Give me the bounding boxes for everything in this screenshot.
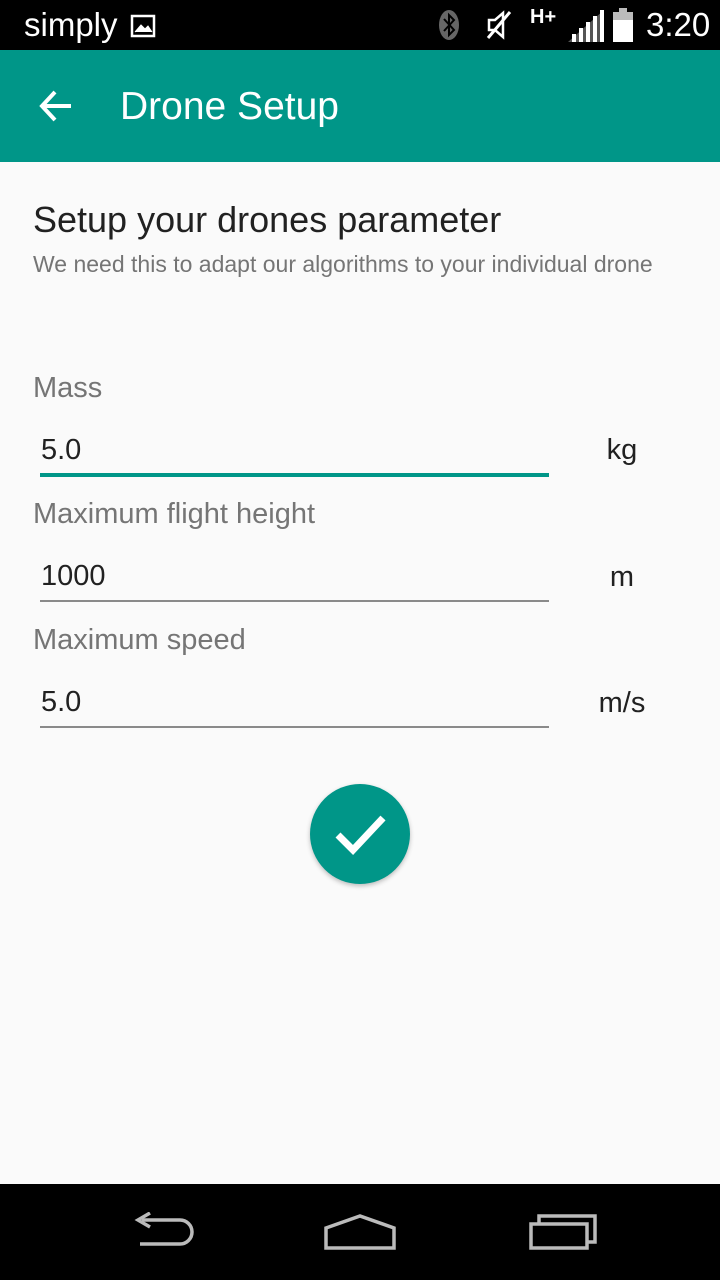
recents-icon xyxy=(529,1214,597,1250)
back-button[interactable] xyxy=(24,74,88,138)
page-subheading: We need this to adapt our algorithms to … xyxy=(33,251,653,277)
max-speed-underline xyxy=(40,726,549,728)
mass-underline xyxy=(40,473,549,477)
gallery-icon xyxy=(130,14,156,38)
max-speed-unit: m/s xyxy=(598,687,646,719)
clock: 3:20 xyxy=(646,6,711,43)
mute-icon xyxy=(486,10,512,40)
nav-recents-button[interactable] xyxy=(518,1202,608,1262)
mass-unit: kg xyxy=(606,434,638,466)
app-bar: Drone Setup xyxy=(0,50,720,162)
mass-input[interactable] xyxy=(40,428,549,472)
max-height-input[interactable] xyxy=(40,554,549,598)
nav-back-button[interactable] xyxy=(115,1202,205,1262)
signal-icon xyxy=(568,10,604,42)
bluetooth-icon xyxy=(439,10,459,40)
home-icon xyxy=(324,1214,396,1250)
max-height-label: Maximum flight height xyxy=(33,498,316,530)
confirm-button[interactable] xyxy=(310,784,410,884)
max-speed-label: Maximum speed xyxy=(33,624,246,656)
back-icon xyxy=(134,1212,194,1246)
carrier-name: simply xyxy=(24,6,118,43)
nav-home-button[interactable] xyxy=(315,1202,405,1262)
network-type: H+ xyxy=(530,6,557,28)
app-title: Drone Setup xyxy=(120,85,339,128)
status-bar: simply H+ 3:20 xyxy=(0,0,720,50)
max-height-underline xyxy=(40,600,549,602)
check-icon xyxy=(335,815,386,856)
max-height-unit: m xyxy=(609,561,635,593)
system-nav-bar xyxy=(0,1184,720,1280)
page-heading: Setup your drones parameter xyxy=(33,199,502,240)
battery-icon xyxy=(613,8,633,42)
arrow-back-icon xyxy=(39,90,71,122)
max-speed-input[interactable] xyxy=(40,680,549,724)
mass-label: Mass xyxy=(33,372,103,404)
